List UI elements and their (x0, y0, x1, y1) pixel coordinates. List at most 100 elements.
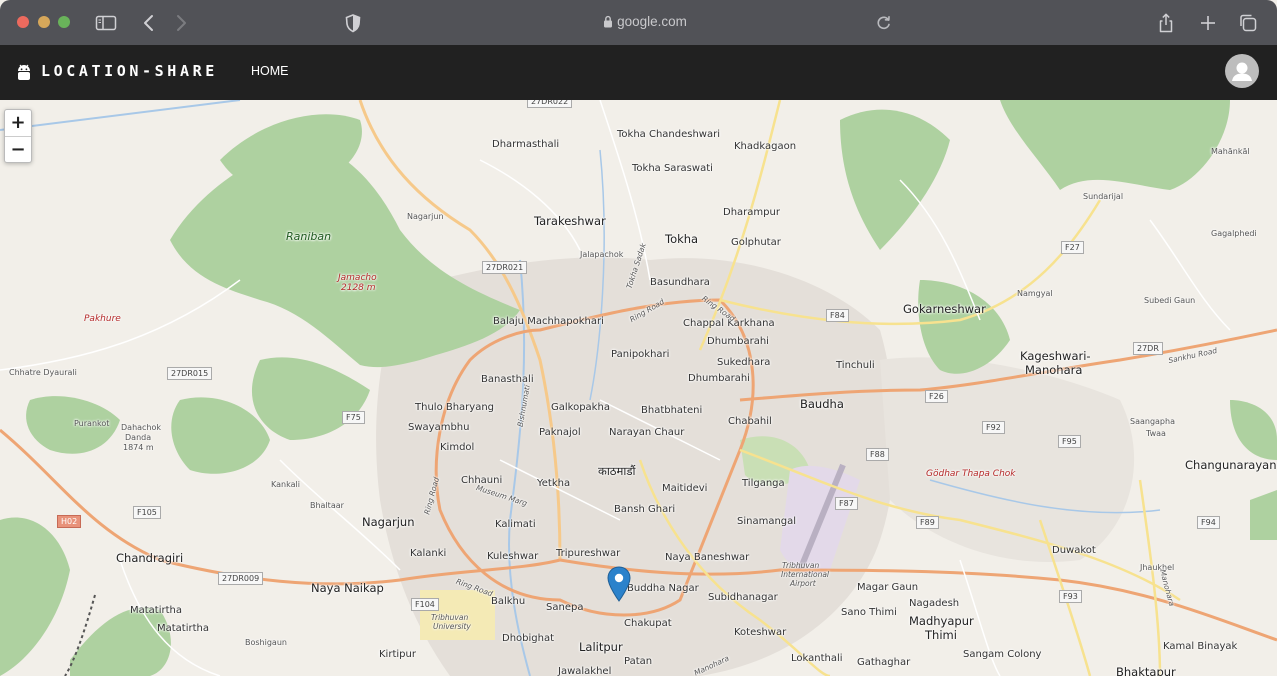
map-label: Thulo Bharyang (415, 402, 495, 413)
url-text: google.com (617, 14, 687, 29)
road-shield: F89 (916, 516, 939, 529)
map-label: Jalapachok (580, 250, 624, 259)
zoom-in-button[interactable]: + (5, 110, 31, 136)
map-label: 2128 m (341, 283, 376, 293)
lock-icon (604, 15, 613, 28)
map-label: Kalimati (495, 519, 536, 530)
map-label: Galkopakha (551, 402, 610, 413)
map-label: Kirtipur (379, 649, 416, 660)
nav-home-link[interactable]: HOME (251, 64, 289, 78)
map-label: Basundhara (650, 277, 710, 288)
road-shield: H02 (57, 515, 82, 528)
map-label: Lalitpur (579, 640, 623, 654)
map-label: Narayan Chaur (609, 427, 685, 438)
new-tab-icon[interactable] (1197, 12, 1219, 34)
browser-toolbar: google.com (0, 0, 1277, 45)
map-label: University (433, 622, 471, 631)
back-icon[interactable] (138, 12, 160, 34)
map-label: Sangam Colony (963, 649, 1042, 660)
map-label: Pakhure (84, 314, 121, 324)
zoom-control: + − (4, 109, 32, 163)
map-label: Nagarjun (407, 212, 444, 221)
road-shield: 27DR (1133, 342, 1163, 355)
map-label: Chhatre Dyaurali (9, 368, 77, 377)
zoom-out-button[interactable]: − (5, 136, 31, 162)
forward-icon[interactable] (170, 12, 192, 34)
map-label: Paknajol (539, 427, 581, 438)
map-label: Patan (624, 656, 653, 667)
map-label: Manohara (1025, 363, 1083, 377)
map-label: Chabahil (728, 416, 772, 427)
map-label: Airport (790, 579, 816, 588)
map-label: Saangapha (1130, 417, 1175, 426)
map-label: Gagalphedi (1211, 229, 1257, 238)
road-shield: F27 (1061, 241, 1084, 254)
road-shield: F84 (826, 309, 849, 322)
map-label: 1874 m (123, 443, 154, 452)
minimize-window-button[interactable] (38, 16, 50, 28)
road-shield: 27DR009 (218, 572, 264, 585)
map-label: Sundarijal (1083, 192, 1124, 201)
map-label: Dhumbarahi (688, 373, 750, 384)
map-label: Magar Gaun (857, 582, 919, 593)
map-label: Khadkagaon (734, 141, 797, 152)
reload-icon[interactable] (873, 12, 895, 34)
map-label: Dharampur (723, 207, 780, 218)
road-shield: 27DR022 (527, 100, 573, 108)
address-bar[interactable]: google.com (500, 12, 790, 32)
map-label: Dharmasthali (492, 139, 560, 150)
road-shield: F94 (1197, 516, 1220, 529)
map-view[interactable]: Tokha Chandeshwari Dharmasthali Khadkaga… (0, 100, 1277, 676)
map-label: Panipokhari (611, 349, 670, 360)
map-label: Tilganga (742, 478, 785, 489)
road-shield: F95 (1058, 435, 1081, 448)
road-shield: 27DR021 (482, 261, 528, 274)
map-label: Nagarjun (362, 515, 415, 529)
privacy-shield-icon[interactable] (342, 12, 364, 34)
map-label: Sinamangal (737, 516, 797, 527)
map-label: Purankot (74, 419, 110, 428)
brand-title[interactable]: LOCATION-SHARE (41, 62, 218, 80)
map-label: Gödhar Thapa Chok (926, 469, 1016, 479)
road-shield: F93 (1059, 590, 1082, 603)
map-label: Koteshwar (734, 627, 787, 638)
map-label: Matatirtha (130, 605, 183, 616)
map-label: Dhumbarahi (707, 336, 769, 347)
map-label: Dhobighat (502, 633, 555, 644)
road-shield: F87 (835, 497, 858, 510)
map-label: Madhyapur (909, 614, 974, 628)
road-shield: F26 (925, 390, 948, 403)
map-label: Golphutar (731, 237, 781, 248)
map-label: Subedi Gaun (1144, 296, 1196, 305)
maximize-window-button[interactable] (58, 16, 70, 28)
map-label: Chandragiri (116, 551, 184, 565)
map-label: Lokanthali (791, 653, 843, 664)
map-label: Balkhu (491, 596, 526, 607)
map-label: Tokha (665, 232, 699, 246)
map-label: Bhaktapur (1116, 665, 1176, 676)
road-shield: F104 (411, 598, 439, 611)
user-icon (1232, 62, 1252, 81)
sidebar-icon[interactable] (95, 12, 117, 34)
map-label: Subidhanagar (708, 592, 778, 603)
map-label: Kalanki (410, 548, 447, 559)
map-label: Bhatbhateni (641, 405, 703, 416)
map-label: Kimdol (440, 442, 475, 453)
location-marker-icon[interactable] (607, 566, 631, 602)
avatar[interactable] (1225, 54, 1259, 88)
road-shield: F92 (982, 421, 1005, 434)
map-label: Nagadesh (909, 598, 960, 609)
share-icon[interactable] (1155, 12, 1177, 34)
road-shield: F88 (866, 448, 889, 461)
map-label: Changunarayan (1185, 458, 1277, 472)
android-logo-icon (18, 64, 30, 80)
map-label: Tarakeshwar (534, 214, 606, 228)
map-label: Duwakot (1052, 545, 1096, 556)
map-label: Yetkha (537, 478, 571, 489)
map-label: काठमाडौं (598, 464, 636, 478)
tab-overview-icon[interactable] (1237, 12, 1259, 34)
close-window-button[interactable] (17, 16, 29, 28)
map-label: Balaju Machhapokhari (493, 316, 604, 327)
map-label: Tinchuli (836, 360, 875, 371)
map-label: Tokha Chandeshwari (617, 129, 720, 140)
